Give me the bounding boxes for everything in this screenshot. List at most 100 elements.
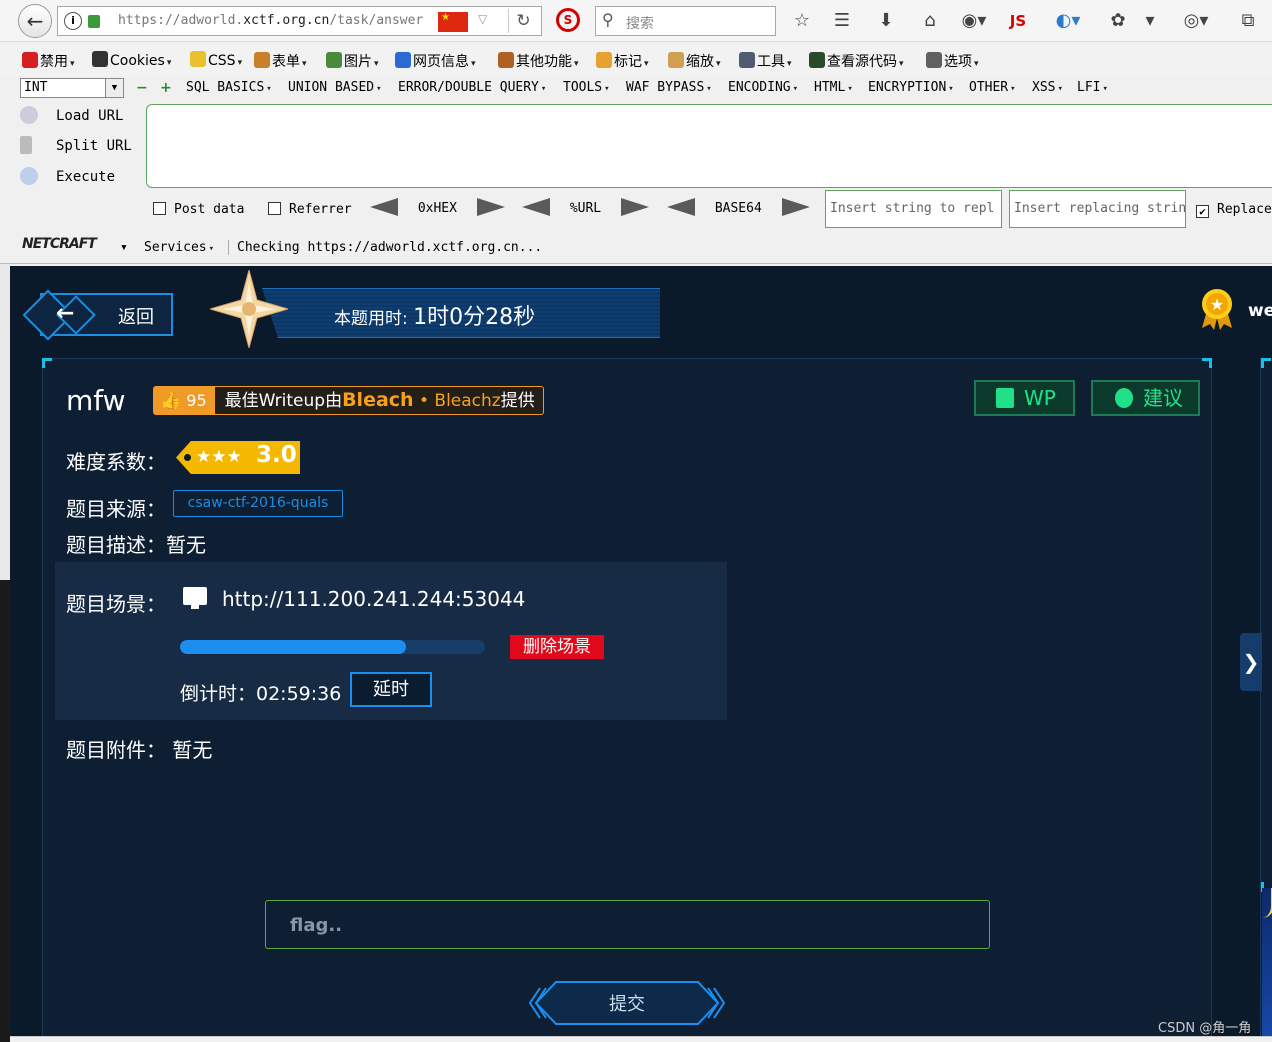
hackbar-menu-union-based[interactable]: UNION BASED ▾ [288,80,382,95]
wp-button[interactable]: WP [974,380,1075,416]
replacing-string-input[interactable]: Insert replacing strin [1009,190,1186,228]
delete-scene-button[interactable]: 删除场景 [510,635,604,659]
left-scroll-strip [0,264,10,1042]
submit-button[interactable]: 提交 [526,980,728,1026]
base64-encode-arrow[interactable] [781,198,810,216]
globe-addon-icon[interactable]: ◉▾ [956,8,992,34]
url-textarea[interactable] [146,104,1272,188]
menu-pencil[interactable]: 标记 ▾ [596,51,649,71]
disable-icon [22,52,38,68]
menu-dropdown-icon[interactable]: ▾ [1140,8,1160,34]
netcraft-dropdown[interactable]: ▾ [120,240,128,255]
minus-icon[interactable]: − [136,80,148,96]
addon-eye-icon[interactable]: ◎▾ [1176,8,1216,34]
writeup-badge[interactable]: 👍 95 最佳Writeup由Bleach • Bleachz提供 [153,386,544,415]
menu-image[interactable]: 图片 ▾ [326,51,379,71]
post-data-checkbox[interactable]: Post data [153,202,244,217]
hackbar-menu-encoding[interactable]: ENCODING ▾ [728,80,798,95]
task-page: ← 返回 本题用时: 1时0分28秒 ★ we ❯ mfw 👍 95 最佳Writ… [10,266,1272,1036]
document-icon [996,388,1014,408]
back-label: 返回 [118,307,154,328]
int-select[interactable]: INT ▼ [20,78,124,98]
replace-all-checkbox[interactable]: Replace All [1196,202,1272,218]
flag-input[interactable]: flag.. [265,900,990,949]
url-bar[interactable]: i https://adworld.xctf.org.cn/task/answe… [57,6,542,36]
home-icon[interactable]: ⌂ [916,8,944,34]
base64-decode-arrow[interactable] [667,198,695,216]
split-url-button[interactable]: Split URL [20,136,132,154]
proxy-addon-icon[interactable]: ◐▾ [1050,8,1086,34]
hex-encode-arrow[interactable] [476,198,505,216]
fullscreen-icon[interactable]: ⧉ [1236,8,1260,34]
reload-button[interactable]: ↻ [508,9,538,33]
chevron-down-icon: ▾ [948,84,954,94]
menu-label: 其他功能 [516,54,572,70]
download-icon[interactable]: ⬇ [872,8,900,34]
execute-button[interactable]: Execute [20,167,115,185]
star-bookmark-icon[interactable]: ☆ [788,8,816,34]
username[interactable]: we [1248,301,1272,321]
hackbar-menu-other[interactable]: OTHER ▾ [969,80,1016,95]
arrow-left-icon: ← [26,9,44,33]
hackbar-menu-waf-bypass[interactable]: WAF BYPASS ▾ [626,80,712,95]
search-box[interactable]: ⚲ 搜索 [595,6,776,36]
writeup-text: 最佳Writeup由Bleach • Bleachz提供 [224,389,535,411]
hackbar-menu-html[interactable]: HTML ▾ [814,80,853,95]
source-tag[interactable]: csaw-ctf-2016-quals [173,490,343,517]
menu-disable[interactable]: 禁用 ▾ [22,51,75,71]
browser-back-button[interactable]: ← [18,4,52,38]
suggest-button[interactable]: 建议 [1091,380,1200,416]
services-menu[interactable]: Services ▾ [144,240,214,255]
extend-button[interactable]: 延时 [350,672,432,707]
hackbar-menu-sql-basics[interactable]: SQL BASICS ▾ [186,80,272,95]
base64-encoder: BASE64 [667,198,810,216]
menu-tools[interactable]: 工具 ▾ [739,51,792,71]
chevron-down-icon: ▾ [266,84,272,94]
search-icon: ⚲ [602,10,614,29]
menu-css[interactable]: CSS ▾ [190,51,242,69]
menu-form[interactable]: 表单 ▾ [254,51,307,71]
hackbar-menu-tools[interactable]: TOOLS ▾ [563,80,610,95]
noscript-icon[interactable]: S [556,8,580,32]
url-text[interactable]: https://adworld.xctf.org.cn/task/answer [118,13,423,28]
referrer-checkbox[interactable]: Referrer [268,202,352,217]
bottom-scrollbar[interactable] [10,1036,1272,1042]
insert-string-input[interactable]: Insert string to repl [825,190,1002,228]
load-url-button[interactable]: Load URL [20,106,123,124]
hex-decode-arrow[interactable] [370,198,398,216]
menu-options[interactable]: 选项 ▾ [926,51,979,71]
menu-info[interactable]: 网页信息 ▾ [395,51,476,71]
menu-label: 网页信息 [413,54,469,70]
reading-list-icon[interactable]: ☰ [828,8,856,34]
hackbar-menu-label: ENCODING [728,80,791,95]
chevron-down-icon: ▾ [237,58,243,68]
back-button[interactable]: ← 返回 [22,289,173,341]
hackbar-menu-encryption[interactable]: ENCRYPTION ▾ [868,80,954,95]
hackbar-menu-label: XSS [1032,80,1056,95]
hackbar-menu-label: ENCRYPTION [868,80,947,95]
attachment-label: 题目附件： 暂无 [66,738,213,762]
menu-zoom[interactable]: 缩放 ▾ [668,51,721,71]
url-encode-arrow[interactable] [620,198,649,216]
zoom-icon [668,52,684,68]
hackbar-menu-lfi[interactable]: LFI ▾ [1077,80,1108,95]
dropdown-icon[interactable]: ▽ [478,12,487,26]
palette-icon[interactable]: ✿ [1104,8,1132,34]
url-decode-arrow[interactable] [522,198,550,216]
chevron-down-icon: ▾ [974,59,979,69]
scene-url[interactable]: http://111.200.241.244:53044 [222,587,525,611]
plus-icon[interactable]: + [160,80,172,96]
search-placeholder: 搜索 [626,16,654,32]
menu-source[interactable]: 查看源代码 ▾ [809,51,904,71]
like-count[interactable]: 👍 95 [154,387,215,414]
css-icon [190,51,206,67]
chevron-right-icon[interactable]: ❯ [1240,633,1262,691]
js-toggle-icon[interactable]: JS [1004,8,1032,34]
hackbar-menu-error-double-query[interactable]: ERROR/DOUBLE QUERY ▾ [398,80,546,95]
netcraft-logo[interactable]: NETCRAFT [22,236,112,258]
menu-cookie[interactable]: Cookies ▾ [92,51,171,69]
menu-misc[interactable]: 其他功能 ▾ [498,51,579,71]
info-icon[interactable]: i [64,12,82,30]
hackbar-menu-xss[interactable]: XSS ▾ [1032,80,1063,95]
menu-label: 图片 [344,54,372,70]
